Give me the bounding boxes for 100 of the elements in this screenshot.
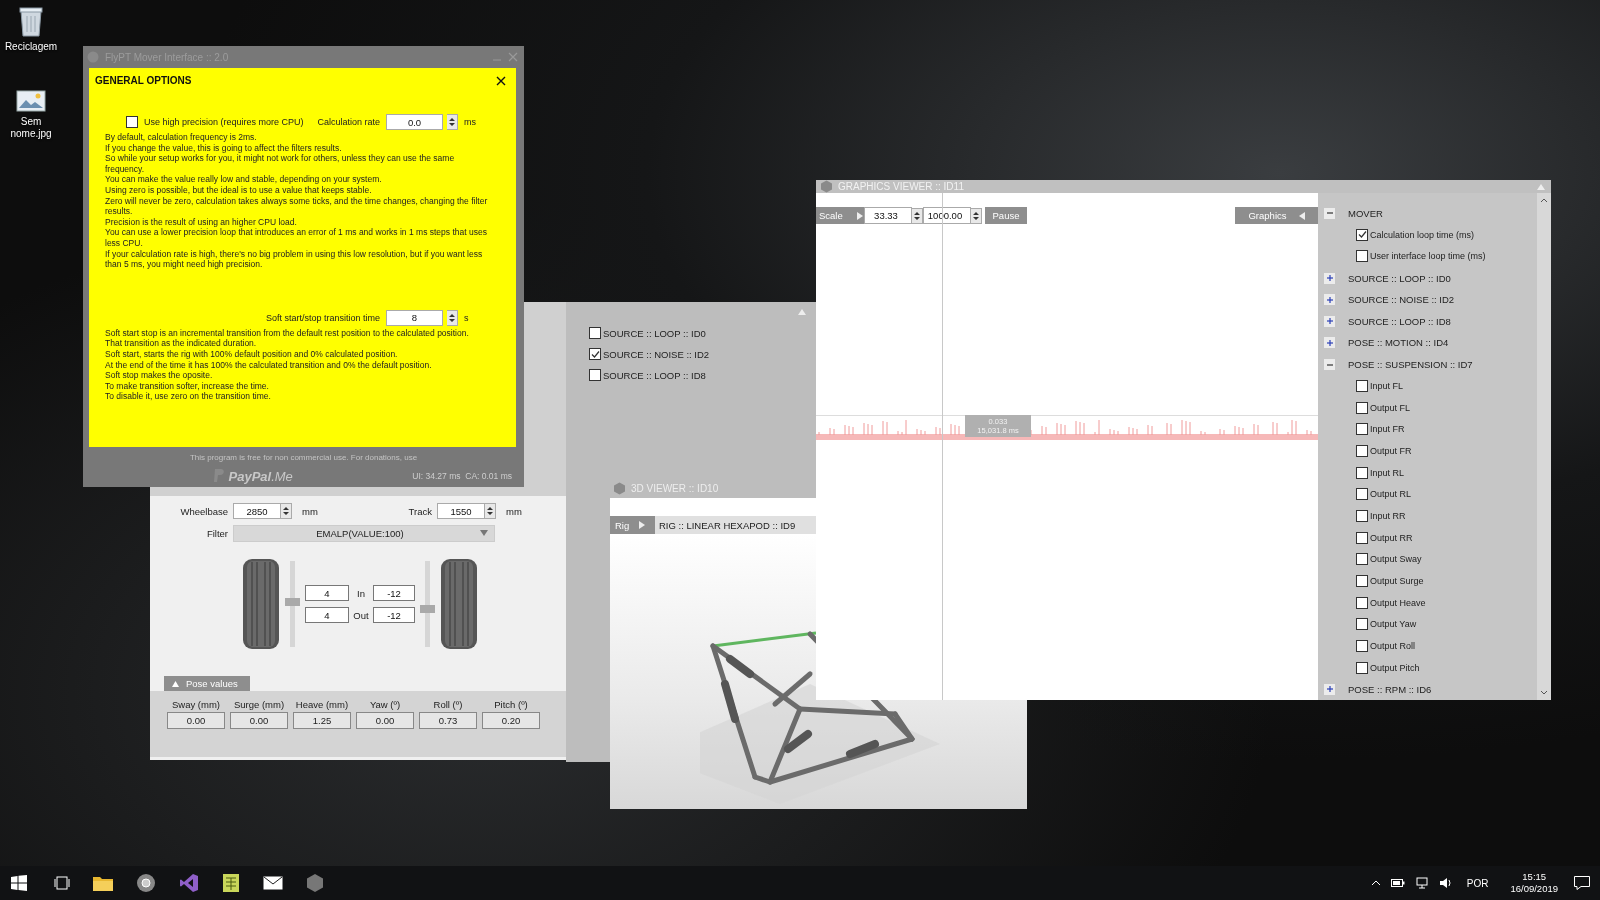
collapse-icon[interactable] bbox=[1324, 359, 1335, 371]
chevron-down-icon[interactable] bbox=[1540, 690, 1548, 696]
checkbox[interactable] bbox=[1356, 401, 1368, 414]
number-field[interactable]: -12 bbox=[373, 607, 415, 623]
number-field[interactable]: 1550 bbox=[437, 503, 485, 519]
folder-icon[interactable] bbox=[93, 875, 113, 891]
tree-item-label[interactable]: Output Heave bbox=[1370, 597, 1426, 608]
slider-thumb[interactable] bbox=[285, 598, 300, 607]
spin-button[interactable] bbox=[971, 207, 982, 224]
checkbox[interactable] bbox=[1356, 618, 1368, 631]
dialog-title: GENERAL OPTIONS bbox=[95, 75, 192, 86]
tree-group-label[interactable]: POSE :: SUSPENSION :: ID7 bbox=[1348, 359, 1473, 371]
checkbox[interactable] bbox=[1356, 445, 1368, 458]
tree-group-label[interactable]: MOVER bbox=[1348, 207, 1383, 219]
checkbox[interactable] bbox=[1356, 531, 1368, 544]
collapse-icon[interactable] bbox=[1324, 207, 1335, 219]
tree-group-label[interactable]: SOURCE :: LOOP :: ID8 bbox=[1348, 315, 1451, 327]
start-icon[interactable] bbox=[11, 875, 27, 891]
checkbox[interactable] bbox=[1356, 639, 1368, 652]
tree-group-label[interactable]: POSE :: MOTION :: ID4 bbox=[1348, 337, 1449, 349]
chevron-up-icon[interactable] bbox=[1540, 197, 1548, 204]
spreadsheet-icon[interactable] bbox=[222, 873, 240, 893]
expand-icon[interactable] bbox=[1324, 272, 1335, 284]
number-field[interactable]: 0.0 bbox=[386, 114, 443, 130]
tree-item-label[interactable]: Output RL bbox=[1370, 489, 1412, 500]
tree-item-label[interactable]: Input FL bbox=[1370, 381, 1404, 392]
spinner-arrows-icon bbox=[486, 505, 494, 517]
tree-group-label[interactable]: SOURCE :: LOOP :: ID0 bbox=[1348, 272, 1451, 284]
checkbox[interactable] bbox=[1356, 466, 1368, 479]
spin-button[interactable] bbox=[485, 503, 496, 519]
checkbox[interactable] bbox=[1356, 596, 1368, 609]
expand-icon[interactable] bbox=[1324, 294, 1335, 306]
checkbox[interactable] bbox=[1356, 574, 1368, 587]
speaker-icon[interactable] bbox=[1438, 877, 1453, 889]
expand-icon[interactable] bbox=[1324, 337, 1335, 349]
expand-icon[interactable] bbox=[1324, 315, 1335, 327]
checkbox[interactable] bbox=[1356, 380, 1368, 393]
caret-icon[interactable] bbox=[1370, 880, 1381, 886]
checkbox[interactable] bbox=[1356, 661, 1368, 674]
clock[interactable]: 15:15 16/09/2019 bbox=[1510, 871, 1558, 895]
rig-selector[interactable]: RIG :: LINEAR HEXAPOD :: ID9 bbox=[655, 516, 796, 534]
pose-value-field: 0.20 bbox=[482, 712, 540, 729]
number-field[interactable]: 4 bbox=[305, 585, 349, 601]
tree-item-label[interactable]: Input FR bbox=[1370, 424, 1405, 435]
notification-icon[interactable] bbox=[1574, 876, 1590, 890]
tree-item-label[interactable]: Output Pitch bbox=[1370, 662, 1420, 673]
tree-item-label[interactable]: Output Roll bbox=[1370, 640, 1416, 651]
tree-item-label[interactable]: Output FR bbox=[1370, 446, 1412, 457]
mail-icon[interactable] bbox=[263, 876, 283, 890]
checkbox[interactable] bbox=[126, 116, 138, 128]
checkbox[interactable] bbox=[589, 348, 601, 360]
scrollbar[interactable] bbox=[1537, 193, 1551, 700]
number-field[interactable]: 1000.00 bbox=[923, 207, 971, 225]
checkbox[interactable] bbox=[1356, 250, 1368, 263]
number-field[interactable]: 8 bbox=[386, 309, 443, 326]
checkbox[interactable] bbox=[589, 327, 601, 339]
tree-group-label[interactable]: POSE :: RPM :: ID6 bbox=[1348, 683, 1432, 695]
close-icon[interactable] bbox=[496, 75, 506, 86]
filter-dropdown[interactable]: EMALP(VALUE:100) bbox=[233, 524, 495, 542]
tree-item-label[interactable]: Output RR bbox=[1370, 532, 1413, 543]
number-field[interactable]: 4 bbox=[305, 607, 349, 623]
spinner-arrows-icon bbox=[448, 116, 456, 128]
number-field[interactable]: 2850 bbox=[233, 503, 281, 519]
image-file-icon[interactable] bbox=[16, 90, 46, 112]
spin-button[interactable] bbox=[912, 207, 923, 224]
checkbox[interactable] bbox=[1356, 423, 1368, 436]
tree-item-label[interactable]: Output Yaw bbox=[1370, 619, 1417, 630]
spinner-arrows-icon bbox=[448, 311, 456, 324]
app-icon[interactable] bbox=[306, 873, 324, 893]
number-field[interactable]: -12 bbox=[373, 585, 415, 601]
tree-item-label[interactable]: Output FL bbox=[1370, 402, 1411, 413]
tree-item-label[interactable]: User interface loop time (ms) bbox=[1370, 251, 1486, 262]
checkbox[interactable] bbox=[1356, 510, 1368, 523]
spin-button[interactable] bbox=[281, 503, 292, 519]
checkbox[interactable] bbox=[1356, 488, 1368, 501]
spin-button[interactable] bbox=[447, 114, 458, 130]
network-icon[interactable] bbox=[1414, 877, 1429, 889]
desktop-icon-label[interactable]: Reciclagem bbox=[4, 41, 58, 53]
task-view-icon[interactable] bbox=[54, 876, 70, 890]
collapse-up-icon bbox=[172, 680, 179, 687]
spin-button[interactable] bbox=[447, 309, 458, 326]
tree-item-label[interactable]: Output Sway bbox=[1370, 554, 1422, 565]
tree-item-label[interactable]: Output Surge bbox=[1370, 575, 1424, 586]
expand-icon[interactable] bbox=[1324, 683, 1335, 695]
checkbox[interactable] bbox=[1356, 553, 1368, 566]
tree-item-label[interactable]: Input RR bbox=[1370, 511, 1406, 522]
code-editor-icon[interactable] bbox=[179, 873, 199, 893]
language-indicator[interactable]: POR bbox=[1466, 877, 1489, 889]
tree-item-label[interactable]: Input RL bbox=[1370, 467, 1405, 478]
tree-item-label[interactable]: Calculation loop time (ms) bbox=[1370, 229, 1475, 240]
slider-thumb[interactable] bbox=[420, 605, 435, 614]
number-field[interactable]: 33.33 bbox=[864, 207, 912, 225]
battery-icon[interactable] bbox=[1390, 878, 1405, 888]
checkbox[interactable] bbox=[1356, 228, 1368, 241]
recycle-bin-icon[interactable] bbox=[18, 5, 44, 37]
desktop-icon-label[interactable]: Sem nome.jpg bbox=[4, 116, 58, 140]
browser-icon[interactable] bbox=[136, 873, 156, 893]
unit-label: mm bbox=[301, 505, 319, 517]
tree-group-label[interactable]: SOURCE :: NOISE :: ID2 bbox=[1348, 294, 1455, 306]
checkbox[interactable] bbox=[589, 369, 601, 381]
